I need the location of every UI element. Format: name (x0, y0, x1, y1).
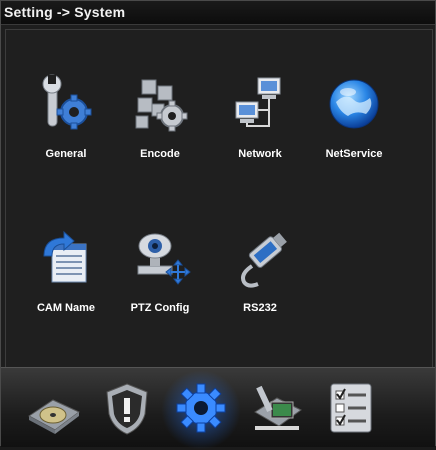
dock-disk-button[interactable] (23, 378, 83, 438)
menu-item-cam-name[interactable]: CAM Name (16, 226, 116, 336)
encode-cubes-icon (135, 79, 188, 132)
wrench-gear-icon (42, 74, 92, 130)
menu-item-label: General (45, 148, 87, 160)
dock-info-button[interactable] (321, 378, 381, 438)
dock-system-button[interactable] (161, 370, 241, 450)
title-bar: Setting -> System (1, 1, 435, 25)
menu-item-label: RS232 (243, 302, 277, 314)
menu-item-label: NetService (325, 148, 383, 160)
globe-icon (329, 79, 379, 129)
menu-item-label: Encode (140, 148, 180, 160)
menu-item-rs232[interactable]: RS232 (210, 226, 310, 336)
checklist-icon (330, 383, 372, 433)
dock-tools-button[interactable] (247, 378, 307, 438)
menu-item-label: PTZ Config (130, 302, 190, 314)
network-computers-icon (235, 77, 281, 127)
settings-window: Setting -> System General Encode Network… (0, 0, 436, 450)
menu-panel: General Encode Network NetService CAM Na… (5, 29, 433, 371)
menu-item-network[interactable]: Network (210, 72, 310, 182)
menu-item-netservice[interactable]: NetService (304, 72, 404, 182)
menu-item-encode[interactable]: Encode (110, 72, 210, 182)
menu-item-label: Network (238, 148, 282, 160)
dock-alarm-button[interactable] (97, 378, 157, 438)
cam-name-icon (43, 230, 87, 283)
tools-monitor-icon (254, 385, 302, 430)
shield-alert-icon (106, 383, 148, 435)
menu-item-label: CAM Name (36, 302, 96, 314)
menu-item-ptz-config[interactable]: PTZ Config (110, 226, 210, 336)
ptz-camera-icon (137, 233, 191, 285)
bottom-dock (1, 367, 435, 450)
serial-connector-icon (241, 232, 287, 288)
disk-icon (28, 399, 80, 434)
window-title: Setting -> System (4, 4, 126, 20)
menu-item-general[interactable]: General (16, 72, 116, 182)
gear-icon (176, 383, 226, 433)
